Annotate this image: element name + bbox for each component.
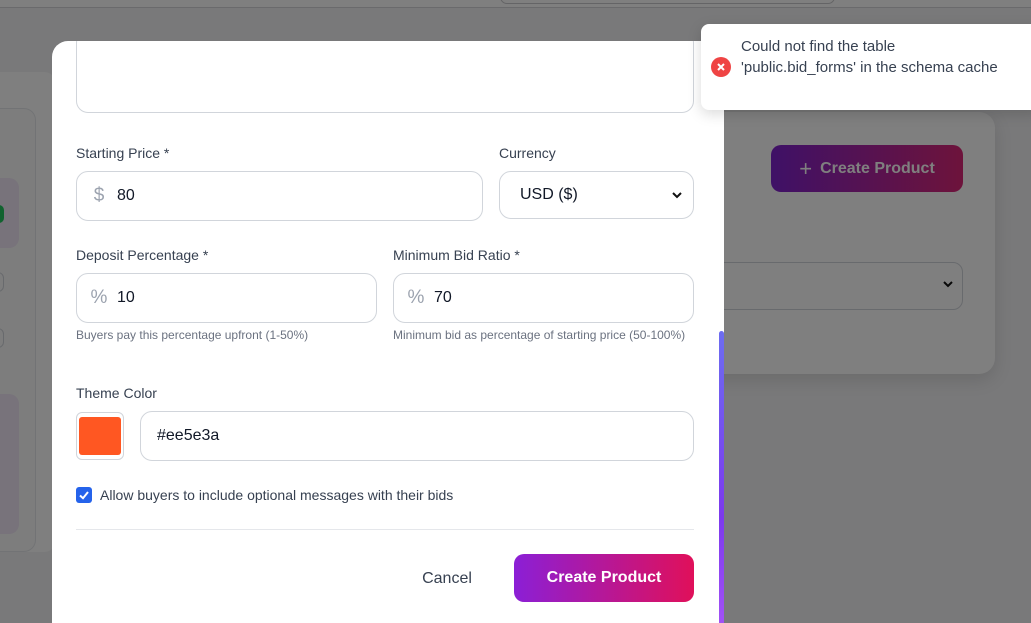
color-swatch (79, 417, 121, 455)
minimum-bid-ratio-label: Minimum Bid Ratio * (393, 247, 520, 263)
percent-icon: % (90, 287, 108, 308)
chevron-down-icon (672, 192, 682, 199)
allow-messages-label: Allow buyers to include optional message… (100, 487, 454, 503)
minimum-bid-ratio-field[interactable]: % 70 (393, 273, 694, 323)
allow-messages-checkbox[interactable] (76, 487, 92, 503)
starting-price-value: 80 (117, 187, 135, 204)
checkmark-icon (79, 491, 89, 500)
currency-selected-value: USD ($) (520, 186, 578, 203)
cancel-button[interactable]: Cancel (400, 555, 494, 602)
scrollbar-thumb[interactable] (719, 331, 724, 623)
deposit-percentage-value: 10 (117, 289, 135, 306)
theme-color-label: Theme Color (76, 385, 157, 401)
create-product-modal: Starting Price * $ 80 Currency USD ($) D… (52, 41, 724, 623)
theme-color-hex-value: #ee5e3a (157, 427, 220, 444)
error-toast-message: Could not find the table 'public.bid_for… (741, 38, 998, 76)
starting-price-field[interactable]: $ 80 (76, 171, 483, 221)
error-toast: Could not find the table 'public.bid_for… (701, 24, 1031, 110)
error-icon (711, 57, 731, 77)
description-textarea[interactable] (76, 41, 694, 113)
currency-select[interactable]: USD ($) (499, 171, 694, 219)
deposit-percentage-hint: Buyers pay this percentage upfront (1-50… (76, 328, 309, 342)
currency-label: Currency (499, 145, 556, 161)
minimum-bid-ratio-value: 70 (434, 289, 452, 306)
create-product-button[interactable]: Create Product (514, 554, 694, 602)
minimum-bid-ratio-hint: Minimum bid as percentage of starting pr… (393, 328, 686, 342)
theme-color-hex-input[interactable]: #ee5e3a (140, 411, 694, 461)
theme-color-picker[interactable] (76, 412, 124, 460)
deposit-percentage-field[interactable]: % 10 (76, 273, 377, 323)
deposit-percentage-label: Deposit Percentage * (76, 247, 209, 263)
starting-price-label: Starting Price * (76, 145, 170, 161)
dollar-icon: $ (93, 185, 105, 206)
percent-icon: % (407, 287, 425, 308)
footer-divider (76, 529, 694, 530)
